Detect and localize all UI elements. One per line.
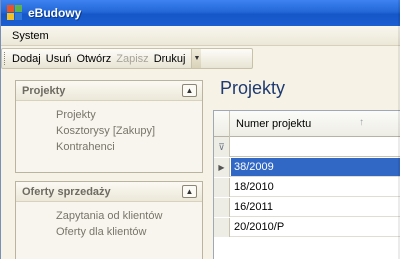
page-title: Projekty — [220, 78, 286, 98]
panel-header[interactable]: Oferty sprzedaży ▲ — [16, 182, 202, 202]
table-row[interactable]: ▶ 38/2009 — [214, 158, 400, 177]
table-cell[interactable]: 18/2010 — [231, 178, 400, 196]
grid-header: Numer projektu ↑ — [214, 111, 400, 137]
table-row[interactable]: 20/2010/P — [214, 218, 400, 237]
print-button[interactable]: Drukuj — [152, 53, 188, 65]
table-cell[interactable]: 20/2010/P — [231, 218, 400, 236]
row-header — [214, 218, 230, 237]
sidebar-item-kontrahenci[interactable]: Kontrahenci — [56, 139, 202, 155]
toolbar-grip-icon[interactable] — [4, 52, 7, 65]
panel-oferty-sprzedazy: Oferty sprzedaży ▲ Zapytania od klientów… — [15, 181, 203, 259]
chevron-up-icon[interactable]: ▲ — [182, 84, 197, 97]
projects-grid: Numer projektu ↑ ⊽ ▶ 38/2009 18/2010 16/… — [213, 110, 400, 259]
table-cell[interactable]: 16/2011 — [231, 198, 400, 216]
panel-projekty: Projekty ▲ Projekty Kosztorysy [Zakupy] … — [15, 80, 203, 173]
table-row[interactable]: 16/2011 — [214, 198, 400, 217]
chevron-down-icon[interactable]: ▼ — [191, 49, 202, 68]
delete-button[interactable]: Usuń — [44, 53, 74, 65]
row-header — [214, 198, 230, 217]
filter-row: ⊽ — [214, 137, 400, 157]
sidebar-item-zapytania[interactable]: Zapytania od klientów — [56, 208, 202, 224]
open-button[interactable]: Otwórz — [74, 53, 113, 65]
panel-title: Oferty sprzedaży — [22, 185, 111, 198]
menu-system[interactable]: System — [4, 28, 57, 44]
sidebar-item-oferty[interactable]: Oferty dla klientów — [56, 224, 202, 240]
save-button[interactable]: Zapisz — [114, 53, 150, 65]
filter-icon[interactable]: ⊽ — [214, 137, 230, 157]
chevron-up-icon[interactable]: ▲ — [182, 185, 197, 198]
sidebar-item-projekty[interactable]: Projekty — [56, 107, 202, 123]
sidebar-item-kosztorysy[interactable]: Kosztorysy [Zakupy] — [56, 123, 202, 139]
grid-corner — [214, 111, 230, 137]
window-title: eBudowy — [28, 6, 82, 20]
sort-ascending-icon: ↑ — [359, 117, 364, 128]
add-button[interactable]: Dodaj — [10, 53, 43, 65]
toolbar: Dodaj Usuń Otwórz Zapisz Drukuj ▼ — [1, 48, 253, 69]
row-header — [214, 178, 230, 197]
app-window: eBudowy System Dodaj Usuń Otwórz Zapisz … — [0, 0, 400, 259]
filter-input[interactable] — [231, 137, 400, 156]
row-pointer-icon: ▶ — [214, 158, 230, 177]
panel-body: Zapytania od klientów Oferty dla klientó… — [16, 202, 202, 259]
title-bar[interactable]: eBudowy — [1, 0, 400, 26]
panel-header[interactable]: Projekty ▲ — [16, 81, 202, 101]
app-logo-icon — [7, 5, 23, 21]
column-header-numer-projektu[interactable]: Numer projektu — [236, 118, 311, 130]
table-row[interactable]: 18/2010 — [214, 178, 400, 197]
panel-title: Projekty — [22, 84, 66, 97]
table-cell[interactable]: 38/2009 — [231, 158, 400, 176]
menu-bar: System — [1, 26, 400, 46]
panel-body: Projekty Kosztorysy [Zakupy] Kontrahenci — [16, 101, 202, 172]
